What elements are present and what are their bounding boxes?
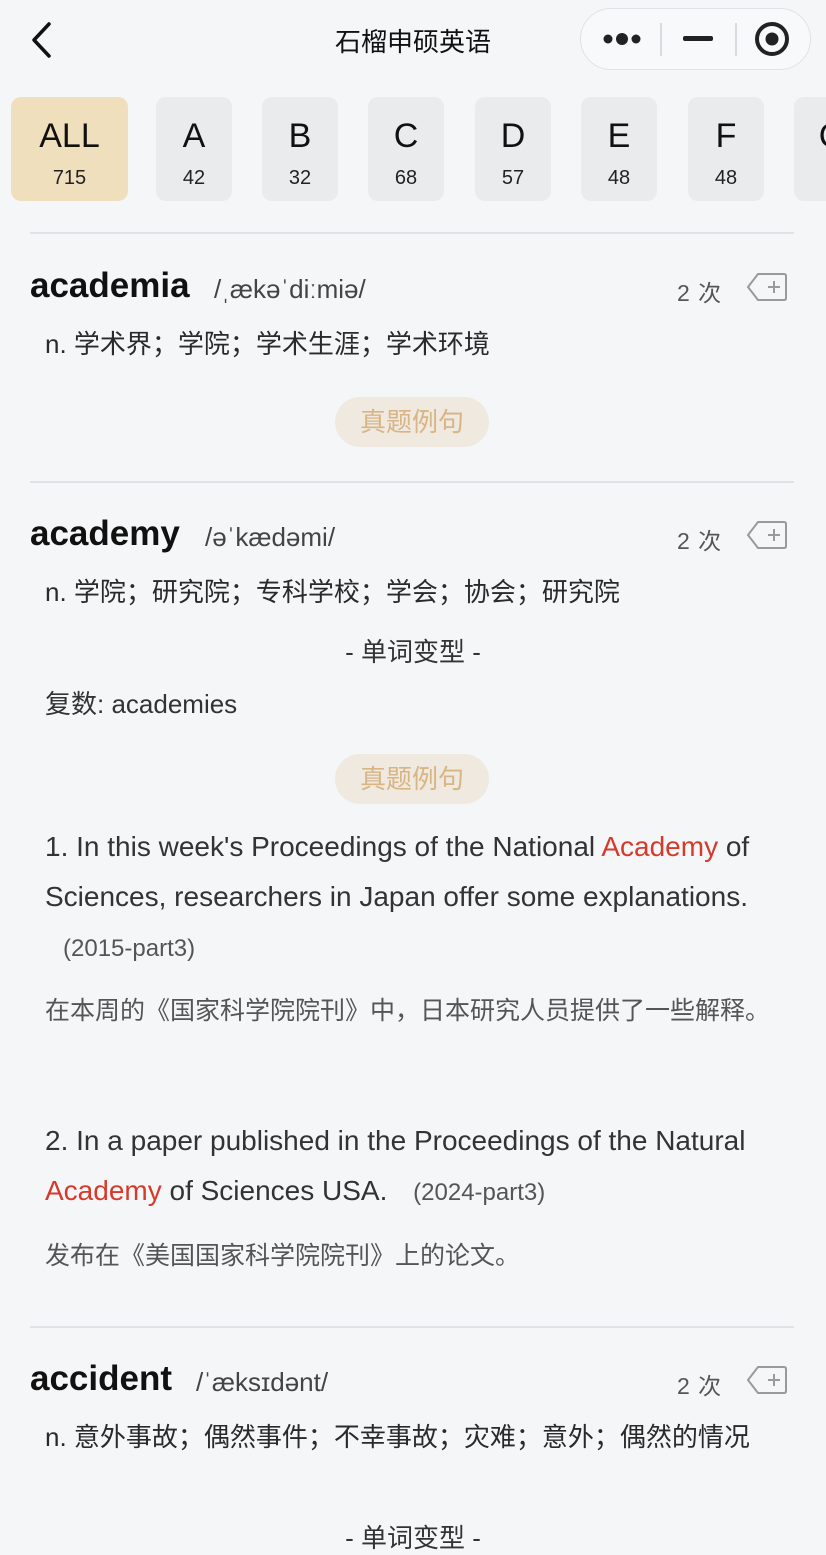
divider bbox=[30, 481, 794, 483]
occurrence-count: 2 次 bbox=[677, 528, 723, 554]
add-tag-icon bbox=[746, 273, 787, 301]
letter-tab-c[interactable]: C 68 bbox=[368, 97, 444, 201]
word-definition: n. 学术界；学院；学术生涯；学术环境 bbox=[45, 329, 490, 359]
letter-tab-count: 68 bbox=[394, 167, 418, 189]
letter-tab-e[interactable]: E 48 bbox=[581, 97, 657, 201]
word-phonetic: /ˌækəˈdiːmiə/ bbox=[214, 274, 366, 304]
example-highlight: Academy bbox=[601, 831, 719, 862]
letter-tab-label: F bbox=[715, 117, 737, 155]
example-number: 2. bbox=[45, 1125, 69, 1156]
letter-tab-label: G bbox=[794, 119, 826, 153]
letter-tab-all[interactable]: ALL 715 bbox=[11, 97, 128, 201]
add-to-wordbook-button[interactable] bbox=[746, 1365, 788, 1395]
letter-tab-label: A bbox=[182, 117, 206, 155]
word-definition: n. 意外事故；偶然事件；不幸事故；灾难；意外；偶然的情况 bbox=[45, 1422, 750, 1452]
variants-title: - 单词变型 - bbox=[345, 1523, 481, 1553]
example-number: 1. bbox=[45, 831, 69, 862]
letter-tab-count: 57 bbox=[501, 167, 525, 189]
word-title: academia bbox=[30, 266, 190, 305]
letter-tab-d[interactable]: D 57 bbox=[475, 97, 551, 201]
target-close-icon bbox=[754, 21, 789, 56]
letter-tab-f[interactable]: F 48 bbox=[688, 97, 764, 201]
letter-tab-count: 42 bbox=[182, 167, 206, 189]
letter-tab-b[interactable]: B 32 bbox=[262, 97, 338, 201]
mini-program-capsule bbox=[580, 8, 811, 70]
occurrence-count: 2 次 bbox=[677, 280, 723, 306]
letter-tab-label: D bbox=[500, 117, 526, 155]
examples-button[interactable]: 真题例句 bbox=[335, 397, 489, 447]
examples-button[interactable]: 真题例句 bbox=[335, 754, 489, 804]
minimize-button[interactable] bbox=[661, 9, 736, 68]
letter-tab-label: C bbox=[393, 117, 419, 155]
word-phonetic: /əˈkædəmi/ bbox=[205, 522, 336, 552]
example-translation: 发布在《美国国家科学院院刊》上的论文。 bbox=[45, 1242, 521, 1270]
close-button[interactable] bbox=[734, 9, 809, 68]
add-to-wordbook-button[interactable] bbox=[746, 272, 788, 302]
minus-icon bbox=[682, 35, 713, 41]
letter-tab-count: 32 bbox=[288, 167, 312, 189]
occurrence-count: 2 次 bbox=[677, 1373, 723, 1399]
letter-tab-count: 715 bbox=[52, 167, 87, 189]
example-text: In this week's Proceedings of the Nation… bbox=[76, 831, 602, 862]
letter-tab-label: E bbox=[607, 117, 631, 155]
word-title: academy bbox=[30, 514, 180, 553]
example-translation: 在本周的《国家科学院院刊》中，日本研究人员提供了一些解释。 bbox=[45, 997, 771, 1025]
letter-tab-count: 48 bbox=[714, 167, 738, 189]
letter-tab-count: 48 bbox=[607, 167, 631, 189]
letter-tab-label: B bbox=[288, 117, 312, 155]
letter-tab-a[interactable]: A 42 bbox=[156, 97, 232, 201]
add-tag-icon bbox=[746, 1366, 787, 1394]
example-text: of Sciences USA. bbox=[161, 1175, 388, 1206]
letter-tab-label: ALL bbox=[39, 117, 100, 155]
letter-filter-bar: ALL 715 A 42 B 32 C 68 D 57 E 48 F 48 G … bbox=[0, 97, 826, 203]
word-phonetic: /ˈæksɪdənt/ bbox=[196, 1367, 329, 1397]
divider bbox=[30, 232, 794, 234]
example-source: (2024-part3) bbox=[413, 1179, 546, 1206]
variants-title: - 单词变型 - bbox=[345, 637, 481, 667]
letter-tab-count: 2 bbox=[794, 167, 826, 190]
variants-text: 复数: academies bbox=[45, 689, 238, 719]
letter-tab-g[interactable]: G 2 bbox=[794, 97, 826, 201]
example-sentence: 1. In this week's Proceedings of the Nat… bbox=[45, 822, 795, 974]
word-title: accident bbox=[30, 1359, 172, 1398]
more-dots-icon bbox=[603, 32, 640, 45]
example-highlight: Academy bbox=[45, 1175, 162, 1206]
example-source: (2015-part3) bbox=[63, 935, 196, 962]
example-sentence: 2. In a paper published in the Proceedin… bbox=[45, 1116, 795, 1218]
divider bbox=[30, 1326, 794, 1328]
word-definition: n. 学院；研究院；专科学校；学会；协会；研究院 bbox=[45, 577, 620, 607]
add-to-wordbook-button[interactable] bbox=[746, 520, 788, 550]
top-bar: 石榴申硕英语 bbox=[0, 0, 826, 82]
example-text: In a paper published in the Proceedings … bbox=[76, 1125, 746, 1156]
more-button[interactable] bbox=[584, 9, 659, 68]
add-tag-icon bbox=[746, 521, 787, 549]
